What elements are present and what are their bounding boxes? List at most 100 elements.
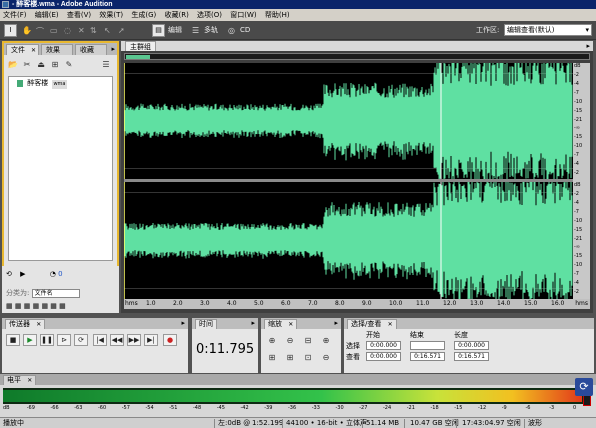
- lasso-tool-icon[interactable]: ◌: [64, 26, 71, 35]
- play-button[interactable]: ▶: [23, 334, 37, 346]
- loop-play-button[interactable]: ⟳: [74, 334, 88, 346]
- tab-level[interactable]: 电平 ✕: [3, 375, 37, 385]
- overview-thumb[interactable]: [126, 55, 150, 59]
- menu-generate[interactable]: 生成(G): [128, 9, 159, 21]
- scrub-tool-icon[interactable]: ⌒: [36, 26, 44, 37]
- filter-audio-icon[interactable]: ▦: [6, 302, 13, 310]
- pointer-tool-icon[interactable]: ➚: [118, 26, 125, 35]
- close-icon[interactable]: ✕: [27, 377, 32, 384]
- filter-other-icon[interactable]: ▦: [59, 302, 66, 310]
- play-preview-icon[interactable]: ▶: [20, 270, 25, 278]
- time-select-tool-icon[interactable]: ✕: [78, 26, 85, 35]
- hybrid-tool-icon[interactable]: ↖: [104, 26, 111, 35]
- tab-favorites[interactable]: 收藏: [75, 44, 107, 55]
- tab-effects[interactable]: 效果: [41, 44, 73, 55]
- left-channel[interactable]: [124, 63, 573, 179]
- zoom-in-vertical-icon[interactable]: ⊕: [319, 334, 333, 347]
- panel-menu-icon[interactable]: ▸: [181, 319, 185, 327]
- menu-options[interactable]: 选项(O): [194, 9, 225, 21]
- db-scale-label: -7: [574, 271, 579, 278]
- zoom-in-horizontal-icon[interactable]: ⊕: [265, 334, 279, 347]
- filter-cd-icon[interactable]: ▦: [41, 302, 48, 310]
- tab-zoom[interactable]: 缩放 ✕: [264, 319, 298, 329]
- status-divider: [282, 419, 283, 428]
- tab-main-group[interactable]: 主群组: [125, 41, 156, 51]
- panel-menu-icon[interactable]: ▸: [111, 45, 115, 53]
- selection-start-field[interactable]: 0:00.000: [366, 341, 401, 350]
- cd-icon[interactable]: ◎: [228, 26, 235, 35]
- multitrack-icon[interactable]: ☰: [192, 26, 199, 35]
- go-to-end-button[interactable]: ▶|: [144, 334, 158, 346]
- filter-midi-icon[interactable]: ▦: [24, 302, 31, 310]
- text-cursor-tool-icon[interactable]: I: [4, 24, 17, 37]
- edit-file-icon[interactable]: ✎: [63, 59, 75, 71]
- move-tool-icon[interactable]: ⇅: [90, 26, 97, 35]
- go-to-start-button[interactable]: |◀: [93, 334, 107, 346]
- close-icon[interactable]: ✕: [36, 321, 41, 328]
- menu-file[interactable]: 文件(F): [0, 9, 30, 21]
- level-scale-label: -30: [335, 405, 344, 411]
- menu-help[interactable]: 帮助(H): [262, 9, 293, 21]
- multitrack-view-button[interactable]: 多轨: [204, 25, 218, 36]
- cd-view-button[interactable]: CD: [240, 25, 250, 36]
- panel-menu-icon[interactable]: ▸: [586, 42, 590, 50]
- file-list[interactable]: 醉客楼 wma: [8, 76, 113, 261]
- zoom-out-horizontal-icon[interactable]: ⊖: [283, 334, 297, 347]
- overview-scrollbar[interactable]: [124, 53, 590, 60]
- zoom-to-left-edge-icon[interactable]: ⊞: [265, 351, 279, 364]
- menu-effects[interactable]: 效果(T): [96, 9, 126, 21]
- hand-tool-icon[interactable]: ✋: [22, 26, 32, 35]
- record-button[interactable]: ●: [163, 334, 177, 346]
- time-ruler[interactable]: hms hms 1.0 2.0 3.0 4.0 5.0 6.0 7.0 8.0 9.0 10.0 1…: [124, 299, 590, 309]
- tab-selection-view[interactable]: 选择/查看 ✕: [347, 319, 397, 329]
- right-channel[interactable]: [124, 182, 573, 299]
- sort-select[interactable]: 文件名: [31, 288, 80, 298]
- menu-window[interactable]: 窗口(W): [227, 9, 259, 21]
- filter-video-icon[interactable]: ▦: [33, 302, 40, 310]
- view-start-field[interactable]: 0:00.000: [366, 352, 401, 361]
- zoom-out-vertical-icon[interactable]: ⊖: [319, 351, 333, 364]
- ruler-tick-label: 14.0: [497, 300, 511, 307]
- filter-loop-icon[interactable]: ▦: [15, 302, 22, 310]
- import-file-icon[interactable]: ✂: [21, 59, 33, 71]
- tab-time[interactable]: 时间: [195, 319, 217, 329]
- close-icon[interactable]: ✕: [388, 321, 393, 328]
- selection-end-field[interactable]: [410, 341, 445, 350]
- volume-icon[interactable]: ◔: [50, 270, 56, 278]
- loop-icon[interactable]: ⟲: [6, 270, 12, 278]
- marquee-tool-icon[interactable]: ▭: [50, 26, 58, 35]
- zoom-out-full-icon[interactable]: ⊟: [301, 334, 315, 347]
- selection-length-field[interactable]: 0:00.000: [454, 341, 489, 350]
- close-icon[interactable]: ✕: [31, 45, 36, 56]
- zoom-to-selection-icon[interactable]: ⊡: [301, 351, 315, 364]
- insert-icon[interactable]: ⊞: [49, 59, 61, 71]
- waveform-display[interactable]: [124, 63, 573, 299]
- zoom-to-right-edge-icon[interactable]: ⊞: [283, 351, 297, 364]
- rewind-button[interactable]: ◀◀: [110, 334, 124, 346]
- close-file-icon[interactable]: ⏏: [35, 59, 47, 71]
- tab-transport[interactable]: 传送器 ✕: [5, 319, 46, 329]
- pause-button[interactable]: ❚❚: [40, 334, 54, 346]
- view-end-field[interactable]: 0:16.571: [410, 352, 445, 361]
- menu-view[interactable]: 查看(V): [64, 9, 94, 21]
- filter-image-icon[interactable]: ▦: [50, 302, 57, 310]
- tab-files[interactable]: 文件 ✕: [6, 44, 39, 55]
- play-to-end-button[interactable]: ⊳: [57, 334, 71, 346]
- fast-forward-button[interactable]: ▶▶: [127, 334, 141, 346]
- db-scale-label: -2: [574, 289, 579, 296]
- edit-view-icon[interactable]: ▤: [152, 24, 165, 37]
- stop-button[interactable]: ■: [6, 334, 20, 346]
- panel-menu-icon[interactable]: ▸: [251, 319, 255, 327]
- level-meter: [3, 388, 588, 404]
- menu-edit[interactable]: 编辑(E): [32, 9, 62, 21]
- list-item[interactable]: 醉客楼 wma: [17, 79, 67, 89]
- show-options-icon[interactable]: ☰: [100, 59, 112, 71]
- open-file-icon[interactable]: 📂: [7, 59, 19, 71]
- menu-favorites[interactable]: 收藏(R): [161, 9, 191, 21]
- workspace-select[interactable]: 编辑查看(默认) ▾: [504, 24, 592, 36]
- panel-menu-icon[interactable]: ▸: [334, 319, 338, 327]
- view-length-field[interactable]: 0:16.571: [454, 352, 489, 361]
- edit-view-button[interactable]: 编辑: [168, 25, 182, 36]
- close-icon[interactable]: ✕: [288, 321, 293, 328]
- db-scale-label: -∞: [574, 125, 580, 132]
